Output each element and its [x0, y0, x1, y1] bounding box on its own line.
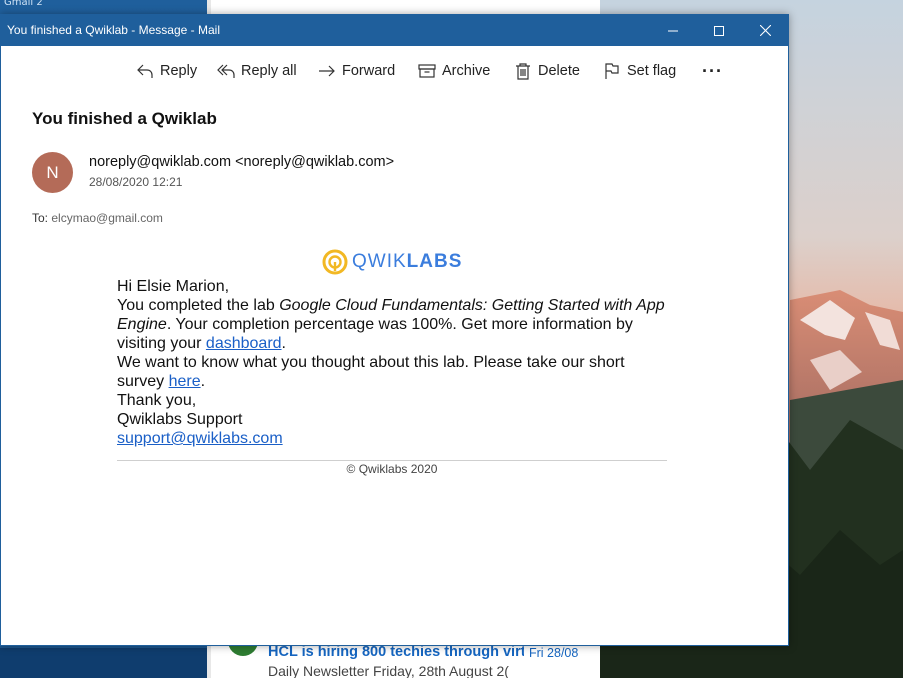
completion-period: . — [281, 335, 286, 352]
signature: Qwiklabs Support — [117, 411, 243, 428]
forward-icon — [319, 65, 335, 77]
window-title: You finished a Qwiklab - Message - Mail — [7, 23, 220, 37]
more-options-button[interactable]: ··· — [702, 58, 723, 84]
footer-divider — [117, 460, 667, 461]
background-account-label: Gmail 2 — [4, 0, 43, 8]
logo-word-light: QWIK — [352, 251, 407, 272]
sender-address[interactable]: noreply@qwiklab.com <noreply@qwiklab.com… — [89, 154, 394, 170]
message-body: Hi Elsie Marion, You completed the lab G… — [117, 277, 667, 448]
list-item-preview: Daily Newsletter Friday, 28th August 2( — [268, 663, 509, 678]
message-subject: You finished a Qwiklab — [32, 109, 217, 128]
archive-icon — [418, 64, 436, 78]
logo-wordmark: QWIKLABS — [352, 251, 462, 273]
minimize-icon — [668, 30, 678, 31]
reply-icon — [137, 64, 153, 78]
delete-button[interactable]: Delete — [514, 58, 580, 84]
completion-paragraph: You completed the lab Google Cloud Funda… — [117, 296, 667, 353]
reply-all-button[interactable]: Reply all — [217, 58, 297, 84]
set-flag-label: Set flag — [627, 63, 677, 79]
list-item-date: Fri 28/08 — [529, 646, 579, 660]
archive-button[interactable]: Archive — [418, 58, 490, 84]
sent-date: 28/08/2020 12:21 — [89, 175, 183, 189]
to-label: To: — [32, 211, 49, 225]
archive-label: Archive — [442, 63, 491, 79]
qwiklabs-logo-icon — [322, 249, 348, 275]
greeting: Hi Elsie Marion, — [117, 278, 230, 295]
close-button[interactable] — [742, 15, 788, 46]
maximize-button[interactable] — [696, 15, 742, 46]
forward-label: Forward — [342, 63, 396, 79]
delete-label: Delete — [538, 63, 580, 79]
flag-icon — [605, 63, 619, 79]
survey-paragraph: We want to know what you thought about t… — [117, 353, 667, 391]
logo-word-bold: LABS — [406, 251, 463, 272]
trash-icon — [516, 63, 530, 80]
set-flag-button[interactable]: Set flag — [603, 58, 676, 84]
minimize-button[interactable] — [650, 15, 696, 46]
message-window: You finished a Qwiklab - Message - Mail … — [0, 14, 789, 646]
message-toolbar: Reply Reply all Forward Archive Delete S… — [1, 46, 788, 96]
title-bar[interactable]: You finished a Qwiklab - Message - Mail — [1, 15, 788, 46]
closing-line: Thank you, — [117, 392, 197, 409]
survey-period: . — [200, 373, 206, 390]
completion-text-suffix: . Your completion percentage was 100%. G… — [117, 316, 633, 352]
reply-label: Reply — [160, 63, 198, 79]
support-email-line: support@qwiklabs.com — [117, 429, 667, 448]
copyright-footer: © Qwiklabs 2020 — [346, 462, 438, 476]
reply-all-label: Reply all — [241, 63, 297, 79]
list-item-subject: HCL is hiring 800 techies through virt — [268, 644, 524, 660]
completion-text-prefix: You completed the lab — [117, 297, 280, 314]
background-pane-footer — [0, 648, 207, 678]
dashboard-link[interactable]: dashboard — [206, 335, 282, 352]
maximize-icon — [714, 25, 724, 36]
avatar: N — [32, 152, 73, 193]
survey-link[interactable]: here — [169, 373, 201, 390]
close-icon — [759, 25, 771, 36]
reply-button[interactable]: Reply — [136, 58, 197, 84]
reply-all-icon — [217, 64, 235, 78]
qwiklabs-logo: QWIKLABS — [322, 248, 462, 276]
forward-button[interactable]: Forward — [318, 58, 395, 84]
recipient-line: To: elcymao@gmail.com — [32, 211, 163, 225]
support-email-link[interactable]: support@qwiklabs.com — [117, 430, 283, 447]
recipient-address[interactable]: elcymao@gmail.com — [51, 211, 163, 225]
